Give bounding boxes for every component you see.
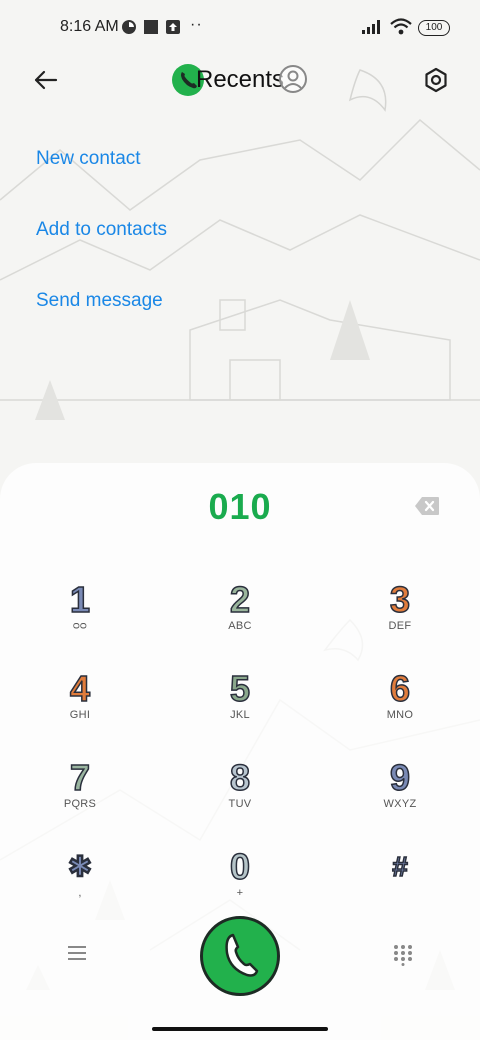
page-title-area[interactable]: Recents bbox=[172, 62, 284, 98]
key-digit: 9 bbox=[389, 757, 411, 799]
signal-icon bbox=[362, 20, 380, 34]
key-digit: 4 bbox=[69, 668, 91, 710]
voicemail-icon: ᴑᴑ bbox=[73, 620, 87, 632]
key-8[interactable]: 8 TUV bbox=[192, 757, 288, 838]
key-digit: 7 bbox=[69, 757, 91, 799]
dialed-number: 010 bbox=[208, 486, 272, 527]
wifi-icon bbox=[390, 18, 412, 35]
key-2[interactable]: 2 ABC bbox=[192, 579, 288, 660]
key-6[interactable]: 6 MNO bbox=[352, 668, 448, 749]
add-to-contacts-link[interactable]: Add to contacts bbox=[36, 219, 167, 241]
key-digit: 8 bbox=[229, 757, 251, 799]
status-time: 8:16 AM bbox=[60, 18, 119, 35]
key-letters: DEF bbox=[388, 620, 412, 632]
key-3[interactable]: 3 DEF bbox=[352, 579, 448, 660]
star-icon: ✱ bbox=[68, 850, 93, 883]
key-digit: 2 bbox=[229, 579, 251, 621]
key-letters: JKL bbox=[230, 709, 250, 721]
key-letters: ABC bbox=[228, 620, 252, 632]
key-1[interactable]: 1 ᴑᴑ bbox=[32, 579, 128, 660]
key-digit: 0 bbox=[229, 846, 251, 888]
settings-icon[interactable] bbox=[422, 66, 450, 94]
backspace-icon[interactable] bbox=[414, 496, 440, 516]
new-contact-link[interactable]: New contact bbox=[36, 148, 141, 170]
key-5[interactable]: 5 JKL bbox=[192, 668, 288, 749]
key-letters: + bbox=[236, 887, 244, 899]
more-notifications-icon: ·· bbox=[190, 16, 203, 33]
key-4[interactable]: 4 GHI bbox=[32, 668, 128, 749]
key-digit: 5 bbox=[229, 668, 251, 710]
key-letters: MNO bbox=[386, 709, 414, 721]
data-saver-icon bbox=[122, 20, 136, 34]
key-digit: 3 bbox=[389, 579, 411, 621]
key-0[interactable]: 0 + bbox=[192, 846, 288, 927]
send-message-link[interactable]: Send message bbox=[36, 290, 163, 312]
status-bar: 8:16 AM ·· 100 bbox=[0, 0, 480, 56]
battery-indicator: 100 bbox=[418, 20, 450, 36]
header: Recents bbox=[0, 56, 480, 106]
key-hash[interactable]: # bbox=[352, 847, 448, 927]
key-letters: TUV bbox=[228, 798, 252, 810]
call-icon bbox=[225, 933, 259, 977]
square-notification-icon bbox=[144, 20, 158, 34]
dialpad-icon[interactable] bbox=[393, 944, 413, 966]
key-7[interactable]: 7 PQRS bbox=[32, 757, 128, 838]
key-digit: 6 bbox=[389, 668, 411, 710]
key-letters: PQRS bbox=[63, 798, 97, 810]
back-arrow-icon[interactable] bbox=[30, 64, 62, 96]
key-letters: GHI bbox=[69, 709, 91, 721]
key-digit: 1 bbox=[69, 579, 91, 621]
key-9[interactable]: 9 WXYZ bbox=[352, 757, 448, 838]
key-letters: WXYZ bbox=[383, 798, 417, 810]
menu-icon[interactable] bbox=[66, 944, 88, 962]
call-button[interactable] bbox=[200, 916, 280, 996]
key-letters: , bbox=[78, 887, 82, 899]
home-indicator[interactable] bbox=[152, 1027, 328, 1031]
upload-icon bbox=[166, 20, 180, 34]
hash-icon: # bbox=[391, 850, 408, 883]
key-star[interactable]: ✱ , bbox=[32, 847, 128, 927]
profile-icon[interactable] bbox=[278, 64, 308, 94]
page-title: Recents bbox=[196, 66, 285, 93]
